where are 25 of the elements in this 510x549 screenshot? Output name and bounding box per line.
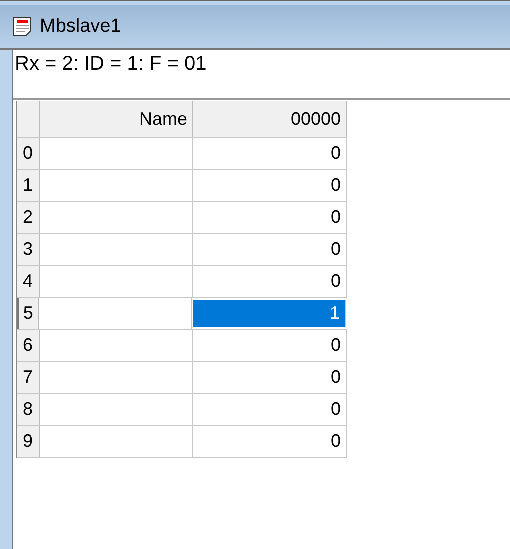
row-header[interactable]: 4 [17,266,40,297]
row-header[interactable]: 6 [17,330,40,361]
column-header[interactable]: Name [40,101,194,137]
row-header[interactable]: 0 [17,138,40,169]
document-icon [12,16,34,38]
table-cell[interactable]: 0 [193,234,347,265]
row-header[interactable]: 5 [17,298,39,329]
table-cell[interactable]: 0 [193,330,347,361]
table-cell[interactable]: 0 [193,170,347,201]
column-header[interactable]: 00000 [193,101,347,137]
table-cell[interactable]: 1 [192,300,346,327]
corner-cell [17,101,40,137]
table-cell[interactable]: 0 [193,394,347,425]
table-cell[interactable]: 0 [193,138,347,169]
row-header[interactable]: 3 [17,234,40,265]
table-cell[interactable]: 0 [193,266,347,297]
row-header[interactable]: 8 [17,394,40,425]
table-cell[interactable]: 0 [193,202,347,233]
table-cell[interactable]: 0 [193,362,347,393]
row-header[interactable]: 2 [17,202,40,233]
table-cell[interactable]: 0 [193,426,347,457]
row-header[interactable]: 9 [17,426,40,457]
window-title: Mbslave1 [40,16,122,38]
row-header[interactable]: 1 [17,170,40,201]
row-header[interactable]: 7 [17,362,40,393]
